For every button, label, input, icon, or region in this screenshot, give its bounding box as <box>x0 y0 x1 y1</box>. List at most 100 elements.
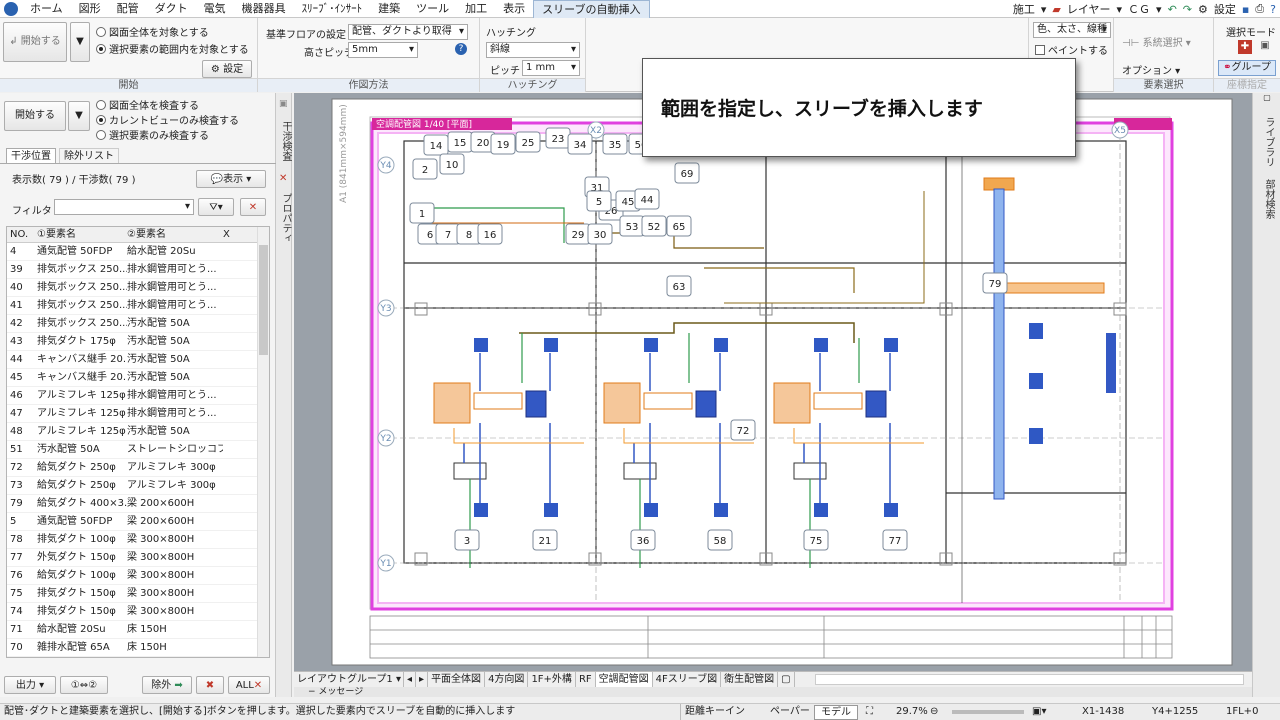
exclude-button[interactable]: 除外 ➡ <box>142 676 192 694</box>
interference-marker[interactable]: 5 <box>586 190 612 212</box>
interference-marker[interactable]: 77 <box>882 529 908 551</box>
radio-check-selected[interactable]: 選択要素のみ検査する <box>96 127 209 142</box>
table-row[interactable]: 5 通気配管 50FDP 梁 200×600H <box>7 513 269 531</box>
interference-marker[interactable]: 63 <box>666 275 692 297</box>
tab-position[interactable]: 干渉位置 <box>6 148 56 164</box>
table-row[interactable]: 51 汚水配管 50A ストレートシロッコフ... <box>7 441 269 459</box>
layout-tab[interactable]: 4方向図 <box>485 672 529 687</box>
drawing-canvas[interactable]: 空調配管図 1/40 [平面] Y4 Y3 Y2 Y1 X2 X5 14 15 20 19 25 2… <box>294 93 1252 671</box>
print-icon[interactable]: ⎙ <box>1255 2 1264 16</box>
interference-marker[interactable]: 34 <box>567 133 593 155</box>
interference-marker[interactable]: 1 <box>409 202 435 224</box>
help-icon[interactable]: ? <box>1270 3 1276 16</box>
menu-item[interactable]: 配管 <box>109 0 147 18</box>
message-label[interactable]: メッセージ <box>318 687 363 697</box>
table-row[interactable]: 42 排気ボックス 250... 汚水配管 50A <box>7 315 269 333</box>
scroll-thumb[interactable] <box>259 245 268 355</box>
hatch-pitch-select[interactable]: 1 mm <box>522 60 580 76</box>
pin-icon[interactable]: ▣ <box>279 99 288 109</box>
layout-tab[interactable]: 空調配管図 <box>595 672 653 687</box>
cg-menu[interactable]: ＣＧ <box>1128 1 1150 17</box>
table-row[interactable]: 70 雑排水配管 65A 床 150H <box>7 639 269 657</box>
panel-minimize-icon[interactable]: ▢ <box>1255 93 1279 103</box>
paint-checkbox[interactable]: ペイントする <box>1035 42 1108 57</box>
style-select[interactable]: 色、太さ、線種 <box>1033 22 1111 38</box>
menu-item[interactable]: スリーブの自動挿入 <box>533 0 650 18</box>
floor-select[interactable]: 配管、ダクトより取得 <box>348 24 468 40</box>
interference-marker[interactable]: 44 <box>634 188 660 210</box>
interference-marker[interactable]: 8 <box>456 223 482 245</box>
table-row[interactable]: 44 キャンバス継手 20... 汚水配管 50A <box>7 351 269 369</box>
table-row[interactable]: 75 排気ダクト 150φ 梁 300×800H <box>7 585 269 603</box>
undo-icon[interactable]: ↶ <box>1168 3 1177 16</box>
gear-icon[interactable]: ⚙ <box>1198 3 1208 16</box>
check-start-dropdown[interactable]: ▼ <box>68 101 90 131</box>
col-element2[interactable]: ②要素名 <box>127 227 223 242</box>
interference-marker[interactable]: 23 <box>545 127 571 149</box>
hatch-select[interactable]: 斜線 <box>486 42 580 58</box>
interference-marker[interactable]: 19 <box>490 133 516 155</box>
interference-marker[interactable]: 25 <box>515 131 541 153</box>
interference-marker[interactable]: 7 <box>435 223 461 245</box>
table-row[interactable]: 4 通気配管 50FDP 給水配管 20Su <box>7 243 269 261</box>
swap-button[interactable]: ①⇔② <box>60 676 108 694</box>
table-row[interactable]: 73 給気ダクト 250φ アルミフレキ 300φ <box>7 477 269 495</box>
interference-marker[interactable]: 15 <box>447 131 473 153</box>
col-element1[interactable]: ①要素名 <box>37 227 127 242</box>
table-row[interactable]: 40 排気ボックス 250... 排水鋼管用可とう... <box>7 279 269 297</box>
interference-marker[interactable]: 29 <box>565 223 591 245</box>
paper-mode-button[interactable]: ペーパー <box>770 704 810 720</box>
model-mode-button[interactable]: モデル <box>814 705 858 720</box>
settings-menu[interactable]: 設定 <box>1214 1 1236 17</box>
interference-marker[interactable]: 69 <box>674 162 700 184</box>
radio-check-current[interactable]: カレントビューのみ検査する <box>96 112 239 127</box>
option-button[interactable]: オプション ▾ <box>1122 62 1180 77</box>
interference-marker[interactable]: 52 <box>641 215 667 237</box>
vtab-interference[interactable]: 干渉検査 <box>278 121 293 161</box>
drawing-svg[interactable]: 空調配管図 1/40 [平面] Y4Y3Y2Y1X2 X5 14 15 20 19 25 2… <box>294 93 1252 671</box>
table-row[interactable]: 77 外気ダクト 150φ 梁 300×800H <box>7 549 269 567</box>
interference-marker[interactable]: 75 <box>803 529 829 551</box>
table-row[interactable]: 78 排気ダクト 100φ 梁 300×800H <box>7 531 269 549</box>
menu-item[interactable]: ホーム <box>22 0 71 18</box>
view-icon[interactable]: ▣▾ <box>1032 704 1046 720</box>
menu-item[interactable]: 図形 <box>71 0 109 18</box>
zoom-slider[interactable] <box>952 710 1024 714</box>
settings-button[interactable]: ⚙ 設定 <box>202 60 252 78</box>
layer-icon[interactable]: ▰ <box>1052 3 1060 16</box>
distance-keyin[interactable]: 距離キーイン <box>680 704 760 720</box>
table-row[interactable]: 79 給気ダクト 400×3... 梁 200×600H <box>7 495 269 513</box>
delete-icon[interactable]: ✖ <box>196 676 224 694</box>
app-logo-icon[interactable] <box>4 1 18 16</box>
chevron-down-icon[interactable]: ▾ <box>1117 3 1123 16</box>
construct-menu[interactable]: 施工 <box>1013 1 1035 17</box>
select-mode-icon[interactable]: ✚ <box>1238 40 1252 54</box>
clear-filter-icon[interactable]: ✕ <box>240 198 266 216</box>
redo-icon[interactable]: ↷ <box>1183 3 1192 16</box>
select-window-icon[interactable]: ▣ <box>1258 40 1272 54</box>
table-row[interactable]: 76 給気ダクト 100φ 梁 300×800H <box>7 567 269 585</box>
save-icon[interactable]: ▪ <box>1242 3 1249 16</box>
menu-item[interactable]: 表示 <box>495 0 533 18</box>
vtab-property[interactable]: プロパティ <box>278 193 293 243</box>
check-start-button[interactable]: 開始する <box>4 101 66 131</box>
table-row[interactable]: 45 キャンバス継手 20... 汚水配管 50A <box>7 369 269 387</box>
filter-button[interactable]: ⛛▾ <box>198 198 234 216</box>
table-row[interactable]: 72 給気ダクト 250φ アルミフレキ 300φ <box>7 459 269 477</box>
radio-target-all[interactable]: 図面全体を対象とする <box>96 24 209 39</box>
menu-item[interactable]: ツール <box>408 0 457 18</box>
pitch-select[interactable]: 5mm <box>348 42 418 58</box>
close-icon[interactable]: ✕ <box>279 173 287 184</box>
zoom-out-icon[interactable]: ⊖ <box>930 704 938 720</box>
radio-check-all[interactable]: 図面全体を検査する <box>96 97 199 112</box>
tab-scroll-right-icon[interactable]: ▸ <box>416 672 429 687</box>
layout-tab[interactable]: 平面全体図 <box>428 672 486 687</box>
new-tab-icon[interactable]: ▢ <box>778 672 795 687</box>
layout-tab[interactable]: 4Fスリーブ図 <box>653 672 722 687</box>
interference-marker[interactable]: 21 <box>532 529 558 551</box>
menu-item[interactable]: 機器器具 <box>234 0 294 18</box>
table-row[interactable]: 39 排気ボックス 250... 排水鋼管用可とう... <box>7 261 269 279</box>
table-row[interactable]: 43 排気ダクト 175φ 汚水配管 50A <box>7 333 269 351</box>
start-dropdown-button[interactable]: ▼ <box>70 22 90 62</box>
table-row[interactable]: 74 排気ダクト 150φ 梁 300×800H <box>7 603 269 621</box>
